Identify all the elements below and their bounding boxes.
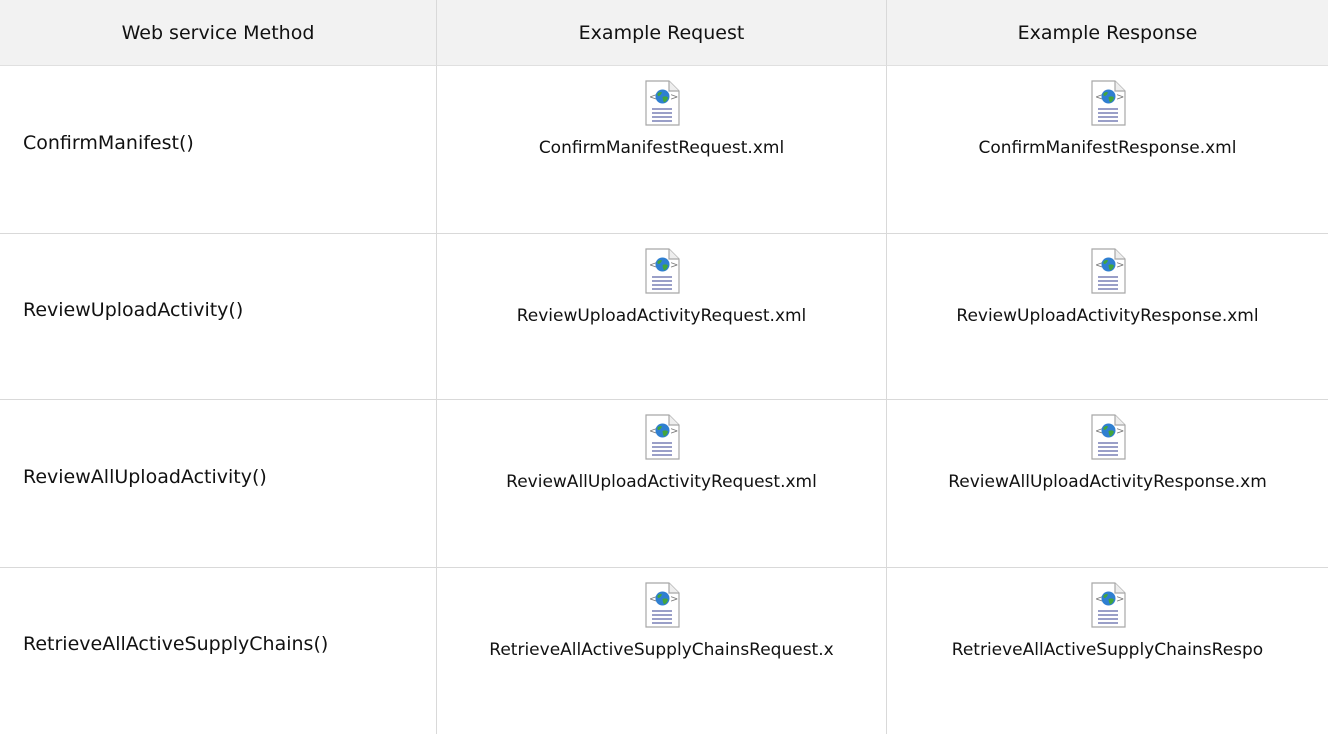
xml-file-icon[interactable]: < > — [1089, 80, 1127, 126]
request-attachment[interactable]: < > ReviewUploadActivityRequest.xml — [437, 234, 887, 400]
response-attachment[interactable]: < > RetrieveAllActiveSupplyChainsRespo — [887, 568, 1328, 734]
response-filename[interactable]: ReviewAllUploadActivityResponse.xm — [948, 472, 1267, 492]
xml-file-icon[interactable]: < > — [643, 248, 681, 294]
svg-text:>: > — [670, 426, 678, 437]
svg-text:>: > — [670, 594, 678, 605]
request-filename[interactable]: ReviewAllUploadActivityRequest.xml — [506, 472, 817, 492]
response-filename[interactable]: ReviewUploadActivityResponse.xml — [956, 306, 1258, 326]
response-attachment[interactable]: < > ConfirmManifestResponse.xml — [887, 66, 1328, 234]
method-cell: ConfirmManifest() — [0, 66, 437, 234]
header-request: Example Request — [437, 0, 887, 66]
response-filename[interactable]: RetrieveAllActiveSupplyChainsRespo — [952, 640, 1263, 660]
xml-file-icon[interactable]: < > — [643, 80, 681, 126]
response-attachment[interactable]: < > ReviewAllUploadActivityResponse.xm — [887, 400, 1328, 568]
request-attachment[interactable]: < > RetrieveAllActiveSupplyChainsRequest… — [437, 568, 887, 734]
request-attachment[interactable]: < > ConfirmManifestRequest.xml — [437, 66, 887, 234]
xml-file-icon[interactable]: < > — [1089, 582, 1127, 628]
request-filename[interactable]: ReviewUploadActivityRequest.xml — [517, 306, 807, 326]
header-method: Web service Method — [0, 0, 437, 66]
response-attachment[interactable]: < > ReviewUploadActivityResponse.xml — [887, 234, 1328, 400]
request-attachment[interactable]: < > ReviewAllUploadActivityRequest.xml — [437, 400, 887, 568]
xml-file-icon[interactable]: < > — [1089, 248, 1127, 294]
header-response: Example Response — [887, 0, 1328, 66]
svg-text:>: > — [1116, 92, 1124, 103]
methods-table: Web service Method Example Request Examp… — [0, 0, 1328, 734]
xml-file-icon[interactable]: < > — [1089, 414, 1127, 460]
request-filename[interactable]: RetrieveAllActiveSupplyChainsRequest.x — [489, 640, 833, 660]
svg-text:>: > — [670, 92, 678, 103]
svg-text:>: > — [670, 260, 678, 271]
request-filename[interactable]: ConfirmManifestRequest.xml — [539, 138, 784, 158]
xml-file-icon[interactable]: < > — [643, 582, 681, 628]
method-cell: ReviewAllUploadActivity() — [0, 400, 437, 568]
svg-text:>: > — [1116, 260, 1124, 271]
svg-text:>: > — [1116, 426, 1124, 437]
response-filename[interactable]: ConfirmManifestResponse.xml — [979, 138, 1237, 158]
method-cell: RetrieveAllActiveSupplyChains() — [0, 568, 437, 734]
xml-file-icon[interactable]: < > — [643, 414, 681, 460]
method-cell: ReviewUploadActivity() — [0, 234, 437, 400]
svg-text:>: > — [1116, 594, 1124, 605]
